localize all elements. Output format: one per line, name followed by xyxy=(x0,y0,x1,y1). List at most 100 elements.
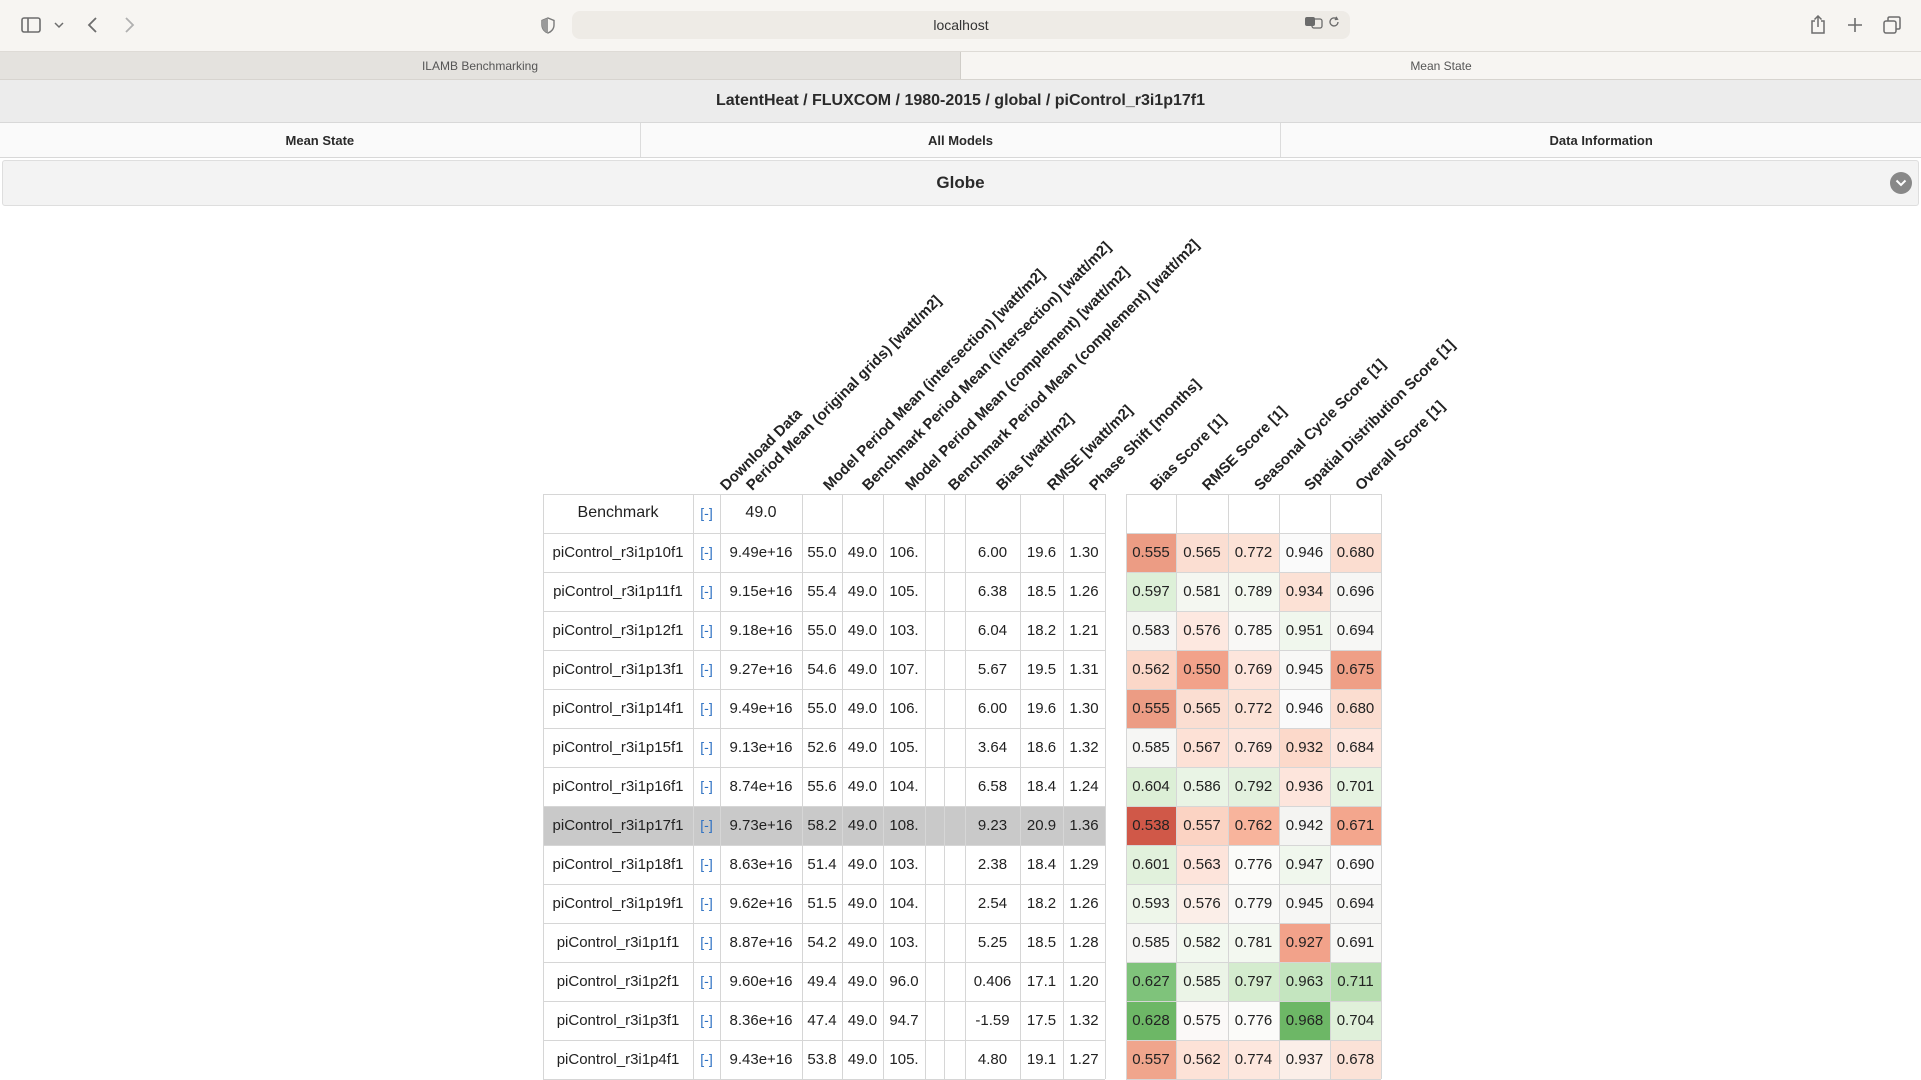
grid-line xyxy=(1126,650,1381,651)
model-name[interactable]: piControl_r3i1p18f1 xyxy=(543,845,693,883)
table-cell: 20.9 xyxy=(1026,816,1057,834)
nav-mean-state[interactable]: Mean State xyxy=(0,123,641,157)
download-link[interactable]: [-] xyxy=(693,923,720,961)
table-cell: 103. xyxy=(889,621,919,639)
score-cell: 0.567 xyxy=(1176,728,1228,767)
model-name[interactable]: piControl_r3i1p13f1 xyxy=(543,650,693,688)
privacy-shield-icon[interactable] xyxy=(538,13,558,37)
download-link[interactable]: [-] xyxy=(693,1040,720,1078)
table-cell: 49.0 xyxy=(847,660,878,678)
address-bar[interactable]: localhost xyxy=(572,11,1350,39)
table-cell: 49.0 xyxy=(847,582,878,600)
grid-line xyxy=(842,494,843,1079)
table-cell: 1.26 xyxy=(1069,582,1099,600)
table-cell: 9.43e+16 xyxy=(729,1050,793,1068)
nav-data-information[interactable]: Data Information xyxy=(1281,123,1921,157)
download-link[interactable]: [-] xyxy=(693,572,720,610)
score-cell: 0.936 xyxy=(1279,767,1330,806)
grid-line xyxy=(965,494,966,1079)
table-cell: 2.38 xyxy=(977,855,1008,873)
page-title: LatentHeat / FLUXCOM / 1980-2015 / globa… xyxy=(0,80,1921,123)
model-name[interactable]: piControl_r3i1p14f1 xyxy=(543,689,693,727)
download-link[interactable]: [-] xyxy=(693,728,720,766)
grid-line xyxy=(925,494,926,1079)
tab-mean-state[interactable]: Mean State xyxy=(961,52,1921,79)
table-cell: 55.6 xyxy=(807,777,837,795)
region-section-header[interactable]: Globe xyxy=(2,160,1919,206)
download-link[interactable]: [-] xyxy=(693,494,720,532)
score-cell: 0.774 xyxy=(1228,1040,1279,1079)
download-link[interactable]: [-] xyxy=(693,767,720,805)
grid-line xyxy=(543,728,1105,729)
download-link[interactable]: [-] xyxy=(693,806,720,844)
table-cell xyxy=(925,845,944,883)
table-cell: 1.30 xyxy=(1069,543,1099,561)
score-cell: 0.946 xyxy=(1279,533,1330,572)
grid-line xyxy=(1126,533,1381,534)
new-tab-icon[interactable] xyxy=(1844,13,1866,37)
table-cell: -1.59 xyxy=(975,1011,1010,1029)
chevron-down-icon[interactable] xyxy=(1890,172,1912,194)
score-cell: 0.945 xyxy=(1279,650,1330,689)
model-name[interactable]: piControl_r3i1p11f1 xyxy=(543,572,693,610)
table-cell: 104. xyxy=(889,777,919,795)
forward-icon[interactable] xyxy=(120,13,138,37)
sidebar-toggle-icon[interactable] xyxy=(20,13,42,37)
score-cell: 0.694 xyxy=(1330,884,1381,923)
table-cell: 17.5 xyxy=(1026,1011,1057,1029)
table-cell xyxy=(925,650,944,688)
tab-overview-icon[interactable] xyxy=(1881,13,1903,37)
download-link[interactable]: [-] xyxy=(693,689,720,727)
model-name[interactable]: piControl_r3i1p3f1 xyxy=(543,1001,693,1039)
table-cell: 47.4 xyxy=(807,1011,837,1029)
table-cell: 4.80 xyxy=(977,1050,1008,1068)
download-link[interactable]: [-] xyxy=(693,884,720,922)
share-icon[interactable] xyxy=(1807,13,1829,37)
score-cell: 0.696 xyxy=(1330,572,1381,611)
model-name[interactable]: piControl_r3i1p10f1 xyxy=(543,533,693,571)
column-header: Overall Score [1] xyxy=(1352,397,1449,495)
nav-all-models[interactable]: All Models xyxy=(641,123,1282,157)
grid-line xyxy=(543,689,1105,690)
model-name[interactable]: piControl_r3i1p2f1 xyxy=(543,962,693,1000)
table-cell: 1.36 xyxy=(1069,816,1099,834)
table-cell: 55.0 xyxy=(807,621,837,639)
grid-line xyxy=(1126,1001,1381,1002)
tab-ilamb-benchmarking[interactable]: ILAMB Benchmarking xyxy=(0,52,961,79)
translate-icon[interactable] xyxy=(1304,15,1324,32)
table-cell: 58.2 xyxy=(807,816,837,834)
model-name[interactable]: piControl_r3i1p12f1 xyxy=(543,611,693,649)
grid-line xyxy=(1126,1040,1381,1041)
download-link[interactable]: [-] xyxy=(693,845,720,883)
back-icon[interactable] xyxy=(84,13,102,37)
grid-line xyxy=(1126,767,1381,768)
model-name[interactable]: piControl_r3i1p17f1 xyxy=(543,806,693,844)
grid-line xyxy=(543,1001,1105,1002)
model-name[interactable]: piControl_r3i1p1f1 xyxy=(543,923,693,961)
table-cell: 51.4 xyxy=(807,855,837,873)
browser-toolbar: localhost xyxy=(0,0,1921,52)
download-link[interactable]: [-] xyxy=(693,1001,720,1039)
grid-line xyxy=(543,1040,1105,1041)
download-link[interactable]: [-] xyxy=(693,611,720,649)
download-link[interactable]: [-] xyxy=(693,962,720,1000)
score-cell: 0.604 xyxy=(1126,767,1176,806)
reload-icon[interactable] xyxy=(1328,16,1340,31)
download-link[interactable]: [-] xyxy=(693,650,720,688)
grid-line xyxy=(1105,494,1106,1079)
table-cell: 2.54 xyxy=(977,894,1008,912)
model-name[interactable]: piControl_r3i1p19f1 xyxy=(543,884,693,922)
grid-line xyxy=(1126,962,1381,963)
score-cell: 0.945 xyxy=(1279,884,1330,923)
download-link[interactable]: [-] xyxy=(693,533,720,571)
model-name[interactable]: piControl_r3i1p4f1 xyxy=(543,1040,693,1078)
model-name[interactable]: piControl_r3i1p16f1 xyxy=(543,767,693,805)
grid-line xyxy=(543,494,1105,495)
table-cell: 9.49e+16 xyxy=(729,543,793,561)
table-cell: 49.0 xyxy=(847,543,878,561)
table-cell xyxy=(925,1040,944,1078)
table-cell: 106. xyxy=(889,699,919,717)
chevron-down-icon[interactable] xyxy=(52,13,66,37)
table-cell xyxy=(925,611,944,649)
model-name[interactable]: piControl_r3i1p15f1 xyxy=(543,728,693,766)
